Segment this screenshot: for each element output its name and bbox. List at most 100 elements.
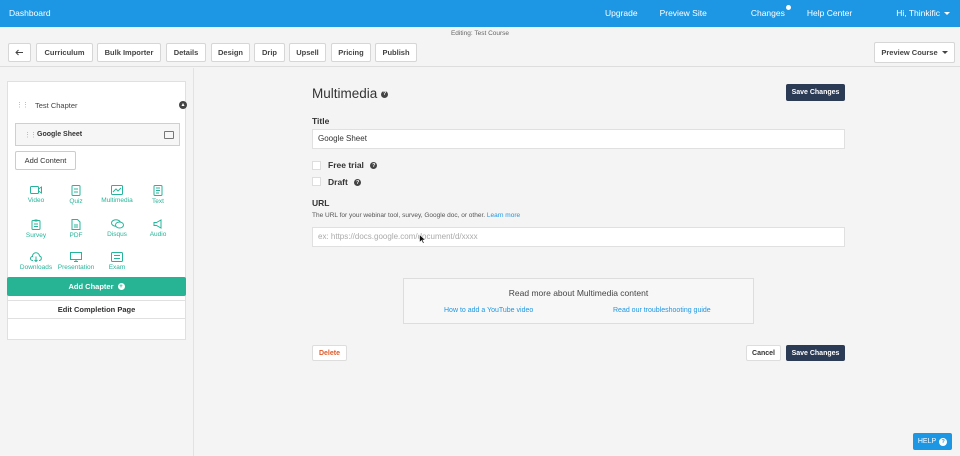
content-type-label: Disqus: [107, 231, 127, 238]
changes-link[interactable]: Changes: [729, 5, 791, 18]
back-button[interactable]: [8, 43, 31, 62]
title-label: Title: [312, 116, 330, 126]
content-type-audio[interactable]: Audio: [135, 219, 181, 238]
mouse-cursor-icon: [419, 234, 426, 244]
help-question-icon[interactable]: ?: [354, 179, 362, 187]
text-icon: [153, 185, 163, 196]
drag-handle-icon[interactable]: ⋮⋮: [16, 101, 29, 109]
url-help-text: The URL for your webinar tool, survey, G…: [312, 212, 520, 219]
tab-drip[interactable]: Drip: [254, 43, 285, 62]
tab-design[interactable]: Design: [211, 43, 250, 62]
help-center-link[interactable]: Help Center: [807, 8, 852, 18]
top-nav-links: Upgrade Preview Site Changes Help Center…: [583, 5, 950, 18]
preview-course-button[interactable]: Preview Course: [874, 42, 955, 63]
tab-pricing[interactable]: Pricing: [331, 43, 371, 62]
add-content-button[interactable]: Add Content: [15, 151, 76, 170]
content-type-disqus[interactable]: Disqus: [94, 219, 140, 238]
url-label: URL: [312, 198, 330, 208]
exam-icon: [111, 252, 123, 262]
content-type-exam[interactable]: Exam: [94, 252, 140, 271]
user-greeting: Hi, Thinkific: [896, 8, 940, 18]
tab-details[interactable]: Details: [166, 43, 206, 62]
quiz-icon: [71, 185, 81, 196]
tab-upsell[interactable]: Upsell: [289, 43, 326, 62]
changes-label: Changes: [750, 8, 785, 18]
page-title-text: Multimedia: [312, 86, 378, 101]
read-more-box: Read more about Multimedia content How t…: [403, 278, 754, 324]
disqus-icon: [110, 219, 124, 229]
upgrade-link[interactable]: Upgrade: [605, 8, 638, 18]
free-trial-text: Free trial: [328, 160, 364, 170]
video-icon: [30, 186, 42, 194]
read-more-title: Read more about Multimedia content: [508, 288, 649, 298]
content-type-label: Exam: [108, 264, 126, 271]
tab-curriculum[interactable]: Curriculum: [36, 43, 93, 62]
user-menu[interactable]: Hi, Thinkific: [874, 8, 950, 18]
add-chapter-label: Add Chapter: [68, 282, 114, 291]
help-widget-button[interactable]: HELP ?: [913, 433, 952, 450]
content-type-label: PDF: [69, 232, 83, 239]
url-input[interactable]: ex: https://docs.google.com/document/d/x…: [312, 227, 845, 247]
chevron-down-icon: [944, 12, 950, 16]
course-toolbar: Curriculum Bulk Importer Details Design …: [0, 39, 960, 67]
content-type-label: Audio: [149, 231, 167, 238]
content-type-quiz[interactable]: Quiz: [53, 185, 99, 205]
drag-handle-icon[interactable]: ⋮⋮: [24, 131, 37, 139]
preview-site-link[interactable]: Preview Site: [660, 8, 707, 18]
preview-course-label: Preview Course: [881, 48, 938, 57]
top-nav-bar: Dashboard Upgrade Preview Site Changes H…: [0, 0, 960, 27]
url-help-description: The URL for your webinar tool, survey, G…: [312, 212, 486, 219]
learn-more-link[interactable]: Learn more: [487, 212, 520, 219]
free-trial-label: Free trial ?: [328, 160, 378, 170]
collapse-chapter-icon[interactable]: ▴: [179, 101, 187, 109]
delete-button[interactable]: Delete: [312, 345, 347, 361]
save-changes-button[interactable]: Save Changes: [786, 345, 845, 361]
content-type-label: Survey: [25, 232, 47, 239]
save-changes-button[interactable]: Save Changes: [786, 84, 845, 101]
youtube-help-link[interactable]: How to add a YouTube video: [444, 307, 533, 314]
chapter-title[interactable]: Test Chapter: [35, 101, 78, 110]
page-title: Multimedia ?: [312, 86, 389, 101]
arrow-left-icon: [15, 49, 23, 56]
audio-icon: [153, 219, 161, 229]
edit-completion-page-button[interactable]: Edit Completion Page: [7, 300, 186, 319]
presentation-icon: [70, 252, 82, 262]
pdf-icon: [71, 219, 81, 230]
draft-checkbox[interactable]: [312, 177, 321, 186]
draft-text: Draft: [328, 177, 348, 187]
content-type-label: Video: [27, 197, 45, 204]
help-label: HELP: [917, 438, 937, 445]
multimedia-icon: [111, 185, 123, 195]
tab-bulk-importer[interactable]: Bulk Importer: [97, 43, 161, 62]
content-type-label: Text: [152, 198, 164, 205]
survey-icon: [31, 219, 41, 230]
notification-dot-icon: [785, 5, 791, 10]
multimedia-icon: [164, 131, 174, 139]
content-type-label: Quiz: [69, 198, 83, 205]
chevron-down-icon: [941, 51, 948, 54]
dashboard-link[interactable]: Dashboard: [9, 8, 51, 18]
free-trial-checkbox[interactable]: [312, 161, 321, 170]
content-type-multimedia[interactable]: Multimedia: [94, 185, 140, 204]
tab-publish[interactable]: Publish: [375, 43, 417, 62]
content-type-label: Presentation: [57, 264, 95, 271]
plus-circle-icon: +: [117, 283, 125, 290]
editing-course-label: Editing: Test Course: [450, 30, 510, 37]
help-question-icon: ?: [939, 437, 948, 446]
title-input[interactable]: Google Sheet: [312, 129, 845, 149]
troubleshooting-link[interactable]: Read our troubleshooting guide: [613, 307, 711, 314]
content-type-presentation[interactable]: Presentation: [53, 252, 99, 271]
downloads-icon: [30, 252, 42, 262]
add-chapter-button[interactable]: Add Chapter +: [7, 277, 186, 296]
lesson-title: Google Sheet: [37, 131, 83, 138]
lesson-item[interactable]: ⋮⋮ Google Sheet: [15, 123, 180, 146]
content-type-text[interactable]: Text: [135, 185, 181, 205]
curriculum-sidebar: ⋮⋮ Test Chapter ▴ ⋮⋮ Google Sheet Add Co…: [0, 68, 194, 456]
cancel-button[interactable]: Cancel: [746, 345, 781, 361]
help-question-icon[interactable]: ?: [381, 90, 389, 98]
content-type-pdf[interactable]: PDF: [53, 219, 99, 239]
content-type-label: Multimedia: [101, 197, 133, 204]
content-type-label: Downloads: [19, 264, 53, 271]
draft-label: Draft ?: [328, 177, 362, 187]
help-question-icon[interactable]: ?: [370, 162, 378, 170]
